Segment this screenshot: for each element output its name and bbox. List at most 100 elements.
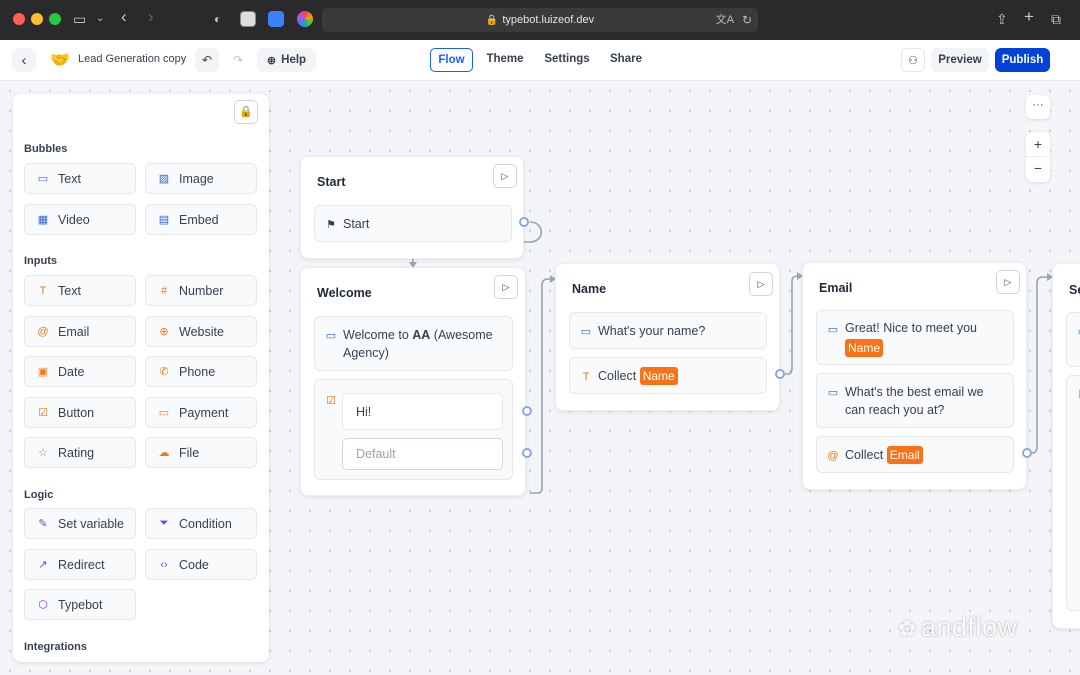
welcome-group[interactable]: Welcome ▷ ▭ Welcome to AA (Awesome Agenc… xyxy=(300,267,526,496)
group-title[interactable]: Name xyxy=(572,282,606,296)
block-logic-redirect[interactable]: ↗ Redirect xyxy=(24,549,136,580)
block-bubble-video[interactable]: ▦ Video xyxy=(24,204,136,235)
block-input-email[interactable]: @ Email xyxy=(24,316,136,347)
group-title[interactable]: Welcome xyxy=(317,286,372,300)
email-group[interactable]: Email ▷ ▭ Great! Nice to meet you Name ▭… xyxy=(802,262,1027,490)
default-output-port[interactable] xyxy=(522,448,532,458)
button-input-block[interactable]: ☑ Hi! Default xyxy=(314,379,513,480)
zoom-out-button[interactable]: − xyxy=(1026,157,1050,182)
forward-icon[interactable]: › xyxy=(148,8,154,25)
email-question-bubble[interactable]: ▭ What's the best email we can reach you … xyxy=(816,373,1014,428)
name-text-input-block[interactable]: T Collect Name xyxy=(569,357,767,394)
block-logic-code[interactable]: ‹› Code xyxy=(145,549,257,580)
maximize-window-button[interactable] xyxy=(49,13,61,25)
tabs-icon[interactable]: ⧉ xyxy=(1051,11,1061,27)
publish-button[interactable]: Publish xyxy=(995,48,1050,72)
block-logic-condition[interactable]: ⏷ Condition xyxy=(145,508,257,539)
new-tab-icon[interactable]: + xyxy=(1024,8,1034,25)
play-group-button[interactable]: ▷ xyxy=(749,272,773,296)
block-input-rating[interactable]: ☆ Rating xyxy=(24,437,136,468)
editor-header: ‹ 🤝 Lead Generation copy ↶ ↷ ⊛ Help Flow … xyxy=(0,40,1080,81)
block-label: Text xyxy=(58,283,81,298)
translate-icon[interactable]: 文A xyxy=(716,8,734,32)
minimize-window-button[interactable] xyxy=(31,13,43,25)
block-bubble-embed[interactable]: ▤ Embed xyxy=(145,204,257,235)
block-label: File xyxy=(179,445,200,460)
start-block[interactable]: ⚑ Start xyxy=(314,205,512,242)
block-label: Rating xyxy=(58,445,95,460)
block-input-text[interactable]: T Text xyxy=(24,275,136,306)
block-input-phone[interactable]: ✆ Phone xyxy=(145,356,257,387)
email-greeting-bubble[interactable]: ▭ Great! Nice to meet you Name xyxy=(816,310,1014,365)
extension-icon[interactable] xyxy=(268,11,284,27)
block-logic-set-variable[interactable]: ✎ Set variable xyxy=(24,508,136,539)
block-logic-typebot[interactable]: ⬡ Typebot xyxy=(24,589,136,620)
at-icon: @ xyxy=(827,449,839,462)
block-bubble-image[interactable]: ▨ Image xyxy=(145,163,257,194)
block-input-website[interactable]: ⊕ Website xyxy=(145,316,257,347)
hash-icon: # xyxy=(160,284,168,297)
undo-button[interactable]: ↶ xyxy=(195,48,219,72)
button-item-hi[interactable]: Hi! xyxy=(342,393,503,430)
partial-block-2[interactable]: ☑ xyxy=(1066,375,1080,611)
group-title[interactable]: Start xyxy=(317,175,345,189)
button-item-default[interactable]: Default xyxy=(342,438,503,470)
users-icon: ⚇ xyxy=(908,54,918,67)
next-group-partial[interactable]: Se ▭ ☑ xyxy=(1052,263,1080,629)
lock-sidebar-button[interactable]: 🔒 xyxy=(234,100,258,124)
more-options-button[interactable]: ··· xyxy=(1026,95,1050,119)
reload-icon[interactable]: ↻ xyxy=(742,8,752,32)
partial-bubble-1[interactable]: ▭ xyxy=(1066,312,1080,367)
block-input-button[interactable]: ☑ Button xyxy=(24,397,136,428)
hi-output-port[interactable] xyxy=(522,406,532,416)
block-label: Date xyxy=(58,364,85,379)
group-title[interactable]: Email xyxy=(819,281,852,295)
zoom-in-button[interactable]: + xyxy=(1026,132,1050,157)
block-label: Number xyxy=(179,283,224,298)
block-input-number[interactable]: # Number xyxy=(145,275,257,306)
play-group-button[interactable]: ▷ xyxy=(996,270,1020,294)
welcome-text-prefix: Welcome to xyxy=(343,327,413,342)
chevron-down-icon[interactable]: ⌄ xyxy=(96,11,104,27)
name-question-bubble[interactable]: ▭ What's your name? xyxy=(569,312,767,349)
filter-icon: ⏷ xyxy=(159,517,169,529)
block-input-date[interactable]: ▣ Date xyxy=(24,356,136,387)
play-group-button[interactable]: ▷ xyxy=(493,164,517,188)
help-button[interactable]: ⊛ Help xyxy=(257,48,316,72)
tab-share[interactable]: Share xyxy=(605,48,647,72)
back-button[interactable]: ‹ xyxy=(12,48,36,72)
name-output-port[interactable] xyxy=(775,369,785,379)
welcome-text-bubble[interactable]: ▭ Welcome to AA (Awesome Agency) xyxy=(314,316,513,371)
tab-settings[interactable]: Settings xyxy=(540,48,594,72)
block-label: Image xyxy=(179,171,214,186)
address-bar[interactable]: 🔒 typebot.luizeof.dev 文A ↻ xyxy=(322,8,758,32)
start-group[interactable]: Start ▷ ⚑ Start xyxy=(300,156,524,259)
greeting-text: Great! Nice to meet you xyxy=(845,320,978,335)
shield-icon[interactable]: ◐ xyxy=(214,11,221,27)
play-group-button[interactable]: ▷ xyxy=(494,275,518,299)
start-output-port[interactable] xyxy=(519,217,529,227)
notion-icon[interactable] xyxy=(240,11,256,27)
group-title[interactable]: Se xyxy=(1069,283,1080,297)
block-input-file[interactable]: ☁ File xyxy=(145,437,257,468)
typebot-name[interactable]: Lead Generation copy xyxy=(78,53,186,65)
play-icon: ▷ xyxy=(1004,277,1012,287)
email-input-block[interactable]: @ Collect Email xyxy=(816,436,1014,473)
email-output-port[interactable] xyxy=(1022,448,1032,458)
block-bubble-text[interactable]: ▭ Text xyxy=(24,163,136,194)
close-window-button[interactable] xyxy=(13,13,25,25)
block-input-payment[interactable]: ▭ Payment xyxy=(145,397,257,428)
tab-theme[interactable]: Theme xyxy=(482,48,528,72)
redo-button[interactable]: ↷ xyxy=(226,48,250,72)
sidebar-icon[interactable]: ▭ xyxy=(73,11,86,27)
image-icon: ▨ xyxy=(158,173,170,185)
chat-bubble-icon: ▭ xyxy=(827,324,839,336)
preview-button[interactable]: Preview xyxy=(931,48,989,72)
tab-flow[interactable]: Flow xyxy=(430,48,473,72)
collaborators-button[interactable]: ⚇ xyxy=(901,48,925,72)
name-group[interactable]: Name ▷ ▭ What's your name? T Collect Name xyxy=(555,263,780,411)
section-logic: Logic xyxy=(24,489,54,501)
back-icon[interactable]: ‹ xyxy=(121,8,127,25)
color-wheel-icon[interactable] xyxy=(297,11,313,27)
share-icon[interactable]: ⇪ xyxy=(996,11,1008,27)
